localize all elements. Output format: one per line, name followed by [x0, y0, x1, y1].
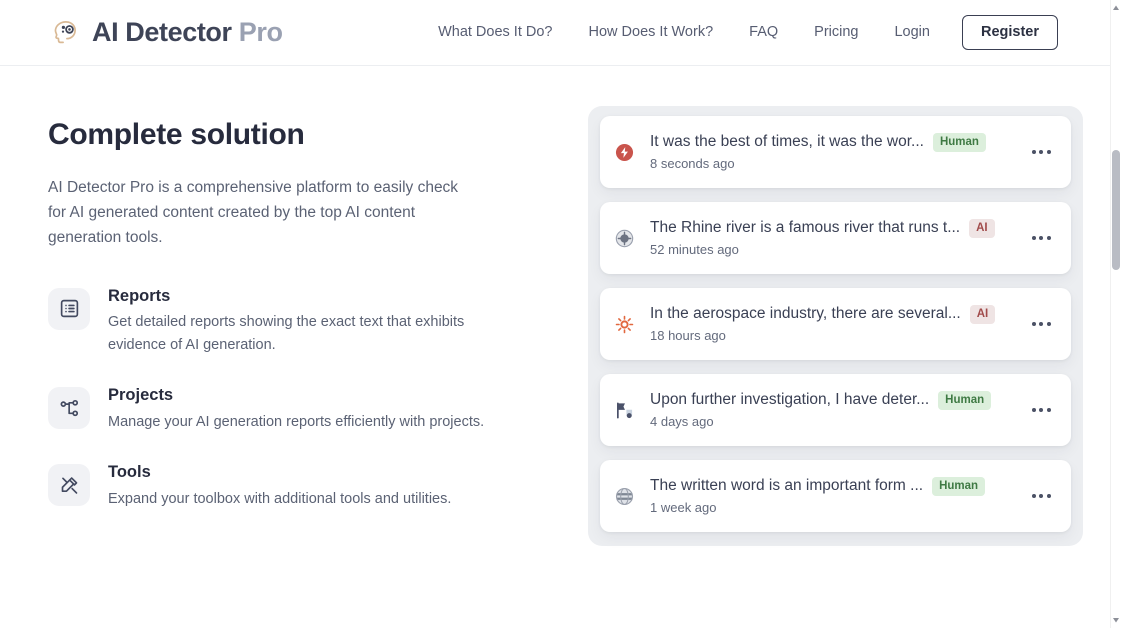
document-card[interactable]: It was the best of times, it was the wor… [600, 116, 1071, 188]
feature-projects: Projects Manage your AI generation repor… [48, 385, 518, 434]
document-title: In the aerospace industry, there are sev… [650, 305, 961, 323]
page-root: AI Detector Pro What Does It Do? How Doe… [0, 0, 1121, 628]
hammer-wrench-icon [48, 464, 90, 507]
document-timestamp: 4 days ago [650, 414, 714, 430]
document-timestamp: 52 minutes ago [650, 242, 739, 258]
page-title: Complete solution [48, 118, 305, 151]
document-card[interactable]: The Rhine river is a famous river that r… [600, 202, 1071, 274]
document-title: The written word is an important form ..… [650, 477, 924, 495]
feature-tools-description: Expand your toolbox with additional tool… [108, 490, 452, 507]
register-button[interactable]: Register [961, 15, 1058, 50]
brand-name: AI Detector Pro [92, 19, 283, 46]
report-list-icon [48, 287, 90, 330]
document-card-body: The written word is an important form ..… [650, 476, 1013, 516]
more-options-icon[interactable] [1027, 310, 1055, 338]
document-card-headline: Upon further investigation, I have deter… [650, 390, 1013, 410]
document-title: The Rhine river is a famous river that r… [650, 219, 961, 237]
gray-globe-icon [614, 486, 634, 506]
nav-login[interactable]: Login [876, 25, 947, 40]
document-card-body: In the aerospace industry, there are sev… [650, 304, 1013, 344]
document-title: Upon further investigation, I have deter… [650, 391, 930, 409]
document-timestamp: 18 hours ago [650, 328, 726, 344]
site-header: AI Detector Pro What Does It Do? How Doe… [0, 0, 1110, 66]
brand-name-primary: AI Detector [92, 17, 232, 47]
more-options-icon[interactable] [1027, 482, 1055, 510]
document-timestamp: 1 week ago [650, 500, 717, 516]
main-content: Complete solution AI Detector Pro is a c… [0, 66, 1110, 628]
feature-projects-title: Projects [108, 386, 174, 405]
status-badge: AI [969, 218, 995, 238]
feature-reports-title: Reports [108, 286, 171, 305]
status-badge: Human [932, 132, 986, 152]
document-card-headline: In the aerospace industry, there are sev… [650, 304, 1013, 324]
scrollbar-thumb[interactable] [1112, 150, 1120, 270]
brand-name-secondary: Pro [238, 17, 283, 47]
status-badge: Human [938, 390, 992, 410]
page-scrollbar[interactable] [1110, 0, 1121, 628]
nav-pricing[interactable]: Pricing [796, 25, 876, 40]
document-card-body: The Rhine river is a famous river that r… [650, 218, 1013, 258]
feature-tools: Tools Expand your toolbox with additiona… [48, 462, 518, 511]
feature-reports: Reports Get detailed reports showing the… [48, 286, 518, 358]
documents-panel: It was the best of times, it was the wor… [588, 106, 1083, 546]
brain-head-icon [48, 16, 82, 50]
feature-reports-body: Reports Get detailed reports showing the… [108, 286, 518, 358]
document-timestamp: 8 seconds ago [650, 156, 735, 172]
feature-projects-description: Manage your AI generation reports effici… [108, 414, 485, 431]
feature-tools-body: Tools Expand your toolbox with additiona… [108, 462, 451, 511]
scroll-down-arrow-icon[interactable] [1112, 616, 1120, 624]
document-card[interactable]: Upon further investigation, I have deter… [600, 374, 1071, 446]
brand-logo[interactable]: AI Detector Pro [48, 16, 283, 50]
more-options-icon[interactable] [1027, 396, 1055, 424]
document-card-body: It was the best of times, it was the wor… [650, 132, 1013, 172]
document-card-headline: The written word is an important form ..… [650, 476, 1013, 496]
nav-faq[interactable]: FAQ [731, 25, 796, 40]
gray-compass-icon [614, 228, 634, 248]
document-card[interactable]: The written word is an important form ..… [600, 460, 1071, 532]
red-lightning-bolt-icon [614, 142, 634, 162]
feature-reports-description: Get detailed reports showing the exact t… [108, 314, 465, 354]
page-description: AI Detector Pro is a comprehensive platf… [48, 178, 459, 246]
document-title: It was the best of times, it was the wor… [650, 133, 924, 151]
solution-section: Complete solution AI Detector Pro is a c… [48, 118, 518, 539]
status-badge: Human [932, 476, 986, 496]
document-card-headline: The Rhine river is a famous river that r… [650, 218, 1013, 238]
orange-sun-burst-icon [614, 314, 634, 334]
document-card-body: Upon further investigation, I have deter… [650, 390, 1013, 430]
feature-tools-title: Tools [108, 463, 151, 482]
blue-flag-dot-icon [614, 400, 634, 420]
main-navigation: What Does It Do? How Does It Work? FAQ P… [438, 15, 1058, 50]
status-badge: AI [969, 304, 996, 324]
nav-how-does-it-work[interactable]: How Does It Work? [571, 25, 732, 40]
more-options-icon[interactable] [1027, 138, 1055, 166]
scroll-up-arrow-icon[interactable] [1112, 4, 1120, 12]
document-card[interactable]: In the aerospace industry, there are sev… [600, 288, 1071, 360]
hierarchy-sitemap-icon [48, 387, 90, 430]
nav-what-does-it-do[interactable]: What Does It Do? [438, 25, 570, 40]
document-card-headline: It was the best of times, it was the wor… [650, 132, 1013, 152]
feature-projects-body: Projects Manage your AI generation repor… [108, 385, 484, 434]
more-options-icon[interactable] [1027, 224, 1055, 252]
